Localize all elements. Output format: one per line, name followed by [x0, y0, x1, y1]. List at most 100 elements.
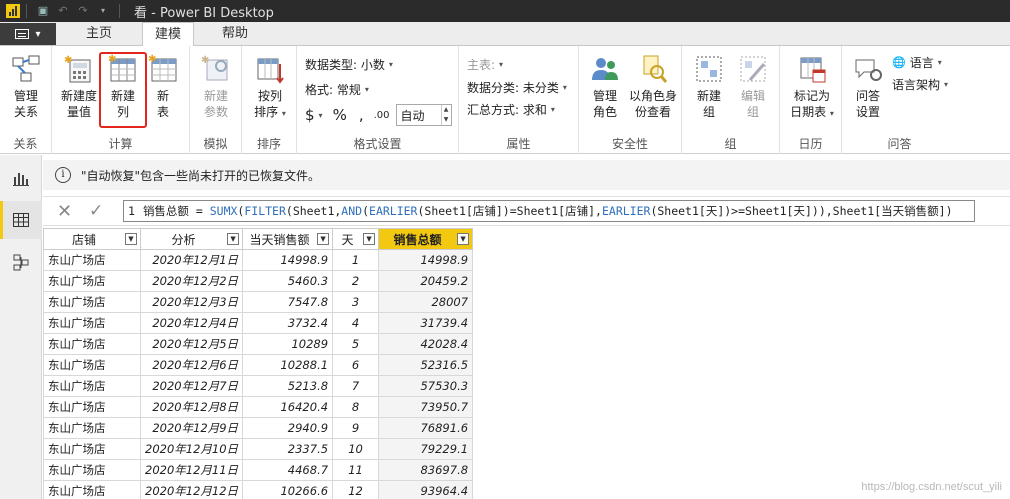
table-cell[interactable]: 42028.4: [378, 333, 474, 355]
table-cell[interactable]: 20459.2: [378, 270, 474, 292]
table-cell[interactable]: 7: [332, 375, 380, 397]
filter-dropdown-icon[interactable]: ▼: [317, 233, 330, 245]
sort-by-column-button[interactable]: 按列 排序 ▾: [248, 54, 292, 122]
mark-as-date-table-button[interactable]: 标记为 日期表 ▾: [786, 54, 838, 122]
table-cell[interactable]: 2020年12月9日: [139, 417, 244, 439]
table-cell[interactable]: 东山广场店: [43, 438, 141, 460]
save-icon[interactable]: ▣: [36, 4, 50, 18]
column-header[interactable]: 销售总额 ▼: [378, 228, 474, 250]
filter-dropdown-icon[interactable]: ▼: [457, 233, 470, 245]
linguistic-schema-dropdown[interactable]: 语言架构 ▾: [892, 76, 948, 93]
table-cell[interactable]: 57530.3: [378, 375, 474, 397]
table-cell[interactable]: 2020年12月3日: [139, 291, 244, 313]
table-cell[interactable]: 93964.4: [378, 480, 474, 499]
filter-dropdown-icon[interactable]: ▼: [227, 233, 240, 245]
table-cell[interactable]: 79229.1: [378, 438, 474, 460]
column-header[interactable]: 分析 ▼: [139, 228, 244, 250]
table-cell[interactable]: 11: [332, 459, 380, 481]
table-cell[interactable]: 12: [332, 480, 380, 499]
table-cell[interactable]: 16420.4: [242, 396, 334, 418]
filter-dropdown-icon[interactable]: ▼: [363, 233, 376, 245]
table-cell[interactable]: 10289: [242, 333, 334, 355]
filter-dropdown-icon[interactable]: ▼: [125, 233, 137, 245]
table-cell[interactable]: 东山广场店: [43, 480, 141, 499]
table-cell[interactable]: 3: [332, 291, 380, 313]
qa-settings-button[interactable]: 问答 设置: [848, 54, 888, 120]
table-cell[interactable]: 8: [332, 396, 380, 418]
table-cell[interactable]: 5460.3: [242, 270, 334, 292]
column-header[interactable]: 天 ▼: [332, 228, 380, 250]
table-cell[interactable]: 东山广场店: [43, 417, 141, 439]
table-cell[interactable]: 2020年12月4日: [139, 312, 244, 334]
tab-help[interactable]: 帮助: [205, 22, 265, 46]
table-cell[interactable]: 6: [332, 354, 380, 376]
table-cell[interactable]: 东山广场店: [43, 354, 141, 376]
cancel-formula-icon[interactable]: ✕: [57, 201, 72, 222]
home-table-dropdown[interactable]: 主表: ▾: [467, 56, 503, 73]
table-cell[interactable]: 52316.5: [378, 354, 474, 376]
table-cell[interactable]: 9: [332, 417, 380, 439]
language-dropdown[interactable]: 🌐 语言 ▾: [892, 54, 942, 71]
table-cell[interactable]: 4468.7: [242, 459, 334, 481]
data-category-dropdown[interactable]: 数据分类: 未分类 ▾: [467, 79, 567, 96]
column-header[interactable]: 店铺 ▼: [43, 228, 141, 250]
table-cell[interactable]: 10288.1: [242, 354, 334, 376]
table-cell[interactable]: 2020年12月1日: [139, 249, 244, 271]
table-cell[interactable]: 2020年12月10日: [139, 438, 244, 460]
table-cell[interactable]: 东山广场店: [43, 375, 141, 397]
table-cell[interactable]: 2020年12月5日: [139, 333, 244, 355]
table-cell[interactable]: 2020年12月6日: [139, 354, 244, 376]
table-cell[interactable]: 2940.9: [242, 417, 334, 439]
table-cell[interactable]: 东山广场店: [43, 291, 141, 313]
table-cell[interactable]: 83697.8: [378, 459, 474, 481]
new-table-button[interactable]: ✱ 新 表: [144, 54, 182, 120]
table-cell[interactable]: 10266.6: [242, 480, 334, 499]
table-cell[interactable]: 4: [332, 312, 380, 334]
new-parameter-button[interactable]: ✱ 新建 参数: [196, 54, 236, 120]
table-cell[interactable]: 东山广场店: [43, 270, 141, 292]
table-cell[interactable]: 73950.7: [378, 396, 474, 418]
undo-icon[interactable]: ↶: [56, 4, 70, 18]
table-cell[interactable]: 东山广场店: [43, 333, 141, 355]
table-cell[interactable]: 76891.6: [378, 417, 474, 439]
new-measure-button[interactable]: ✱ 新建度 量值: [58, 54, 100, 120]
tab-home[interactable]: 主页: [62, 22, 136, 46]
tab-modeling[interactable]: 建模: [142, 22, 194, 47]
currency-button[interactable]: $: [305, 106, 315, 124]
table-cell[interactable]: 2: [332, 270, 380, 292]
data-type-dropdown[interactable]: 数据类型: 小数 ▾: [305, 56, 393, 73]
file-menu-button[interactable]: ▾: [0, 23, 56, 45]
report-view-button[interactable]: [0, 159, 42, 197]
table-cell[interactable]: 2020年12月12日: [139, 480, 244, 499]
table-cell[interactable]: 28007: [378, 291, 474, 313]
formula-input[interactable]: 1 销售总额 = SUMX(FILTER(Sheet1,AND(EARLIER(S…: [123, 200, 975, 222]
thousands-separator-button[interactable]: ,: [359, 106, 364, 124]
manage-roles-button[interactable]: 管理 角色: [585, 54, 625, 120]
table-cell[interactable]: 东山广场店: [43, 459, 141, 481]
model-view-button[interactable]: [0, 243, 42, 281]
column-header[interactable]: 当天销售额 ▼: [242, 228, 334, 250]
table-cell[interactable]: 5: [332, 333, 380, 355]
table-cell[interactable]: 东山广场店: [43, 249, 141, 271]
table-cell[interactable]: 7547.8: [242, 291, 334, 313]
table-cell[interactable]: 10: [332, 438, 380, 460]
table-cell[interactable]: 2020年12月8日: [139, 396, 244, 418]
table-cell[interactable]: 1: [332, 249, 380, 271]
commit-formula-icon[interactable]: ✓: [89, 201, 103, 221]
table-cell[interactable]: 2337.5: [242, 438, 334, 460]
new-group-button[interactable]: 新建 组: [688, 54, 730, 120]
percent-button[interactable]: %: [333, 106, 347, 124]
data-view-button[interactable]: [0, 201, 42, 239]
table-cell[interactable]: 2020年12月2日: [139, 270, 244, 292]
table-cell[interactable]: 东山广场店: [43, 312, 141, 334]
manage-relationships-button[interactable]: 管理 关系: [6, 54, 46, 120]
table-cell[interactable]: 2020年12月11日: [139, 459, 244, 481]
decimal-places-input[interactable]: 自动 ▲ ▼: [395, 104, 452, 126]
table-cell[interactable]: 东山广场店: [43, 396, 141, 418]
format-dropdown[interactable]: 格式: 常规 ▾: [305, 81, 369, 98]
customize-toolbar-icon[interactable]: ▾: [96, 4, 110, 18]
table-cell[interactable]: 14998.9: [242, 249, 334, 271]
table-cell[interactable]: 3732.4: [242, 312, 334, 334]
spinner-arrows-icon[interactable]: ▲ ▼: [440, 105, 451, 125]
summarize-dropdown[interactable]: 汇总方式: 求和 ▾: [467, 101, 555, 118]
